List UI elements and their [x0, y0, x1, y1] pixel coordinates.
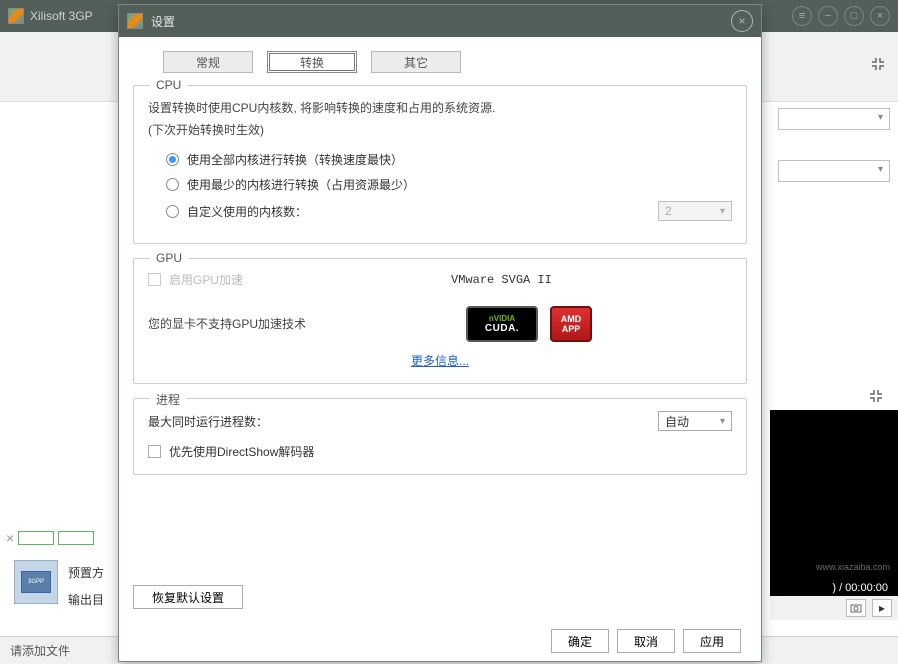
max-process-row: 最大同时运行进程数： 自动 [148, 411, 732, 431]
cpu-desc-line2: (下次开始转换时生效) [148, 120, 732, 142]
cpu-core-select: 2 [658, 201, 732, 221]
close-icon[interactable]: × [870, 6, 890, 26]
status-text: 请添加文件 [10, 642, 70, 659]
dialog-app-icon [127, 13, 143, 29]
cpu-legend: CPU [150, 78, 187, 92]
dialog-tabs: 常规 转换 其它 [163, 51, 747, 73]
dialog-title: 设置 [151, 13, 175, 30]
directshow-checkbox[interactable] [148, 445, 161, 458]
right-dropdown-1[interactable] [778, 108, 890, 130]
radio-icon[interactable] [166, 178, 179, 191]
gpu-group: GPU 启用GPU加速 VMware SVGA II 您的显卡不支持GPU加速技… [133, 258, 747, 384]
radio-icon[interactable] [166, 205, 179, 218]
process-legend: 进程 [150, 391, 186, 408]
process-group: 进程 最大同时运行进程数： 自动 优先使用DirectShow解码器 [133, 398, 747, 475]
cpu-option-all[interactable]: 使用全部内核进行转换（转换速度最快） [166, 151, 732, 168]
cancel-button[interactable]: 取消 [617, 629, 675, 653]
cpu-group: CPU 设置转换时使用CPU内核数, 将影响转换的速度和占用的系统资源. (下次… [133, 85, 747, 244]
gpu-more-info: 更多信息... [148, 352, 732, 369]
main-title: Xilisoft 3GP [30, 9, 93, 23]
tab-other[interactable]: 其它 [371, 51, 461, 73]
gpu-enable-checkbox [148, 273, 161, 286]
gpu-unsupported-text: 您的显卡不支持GPU加速技术 [148, 315, 328, 334]
settings-icon[interactable]: ≡ [792, 6, 812, 26]
amd-app-label: APP [562, 324, 581, 334]
amd-label: AMD [561, 314, 582, 324]
video-time: ) / 00:00:00 [832, 582, 888, 594]
amd-app-badge: AMD APP [550, 306, 592, 342]
max-process-label: 最大同时运行进程数： [148, 413, 268, 430]
dialog-body: 常规 转换 其它 CPU 设置转换时使用CPU内核数, 将影响转换的速度和占用的… [119, 37, 761, 661]
restore-defaults-button[interactable]: 恢复默认设置 [133, 585, 243, 609]
cpu-desc-line1: 设置转换时使用CPU内核数, 将影响转换的速度和占用的系统资源. [148, 98, 732, 120]
right-panel [778, 100, 898, 212]
output-label: 输出目 [68, 591, 104, 608]
cpu-opt-custom-label: 自定义使用的内核数： [187, 203, 307, 220]
dialog-close-icon[interactable]: × [731, 10, 753, 32]
directshow-label: 优先使用DirectShow解码器 [169, 443, 314, 460]
cpu-option-min[interactable]: 使用最少的内核进行转换（占用资源最少） [166, 176, 732, 193]
gpu-info-row: 您的显卡不支持GPU加速技术 nVIDIA CUDA. AMD APP [148, 306, 732, 342]
max-process-select[interactable]: 自动 [658, 411, 732, 431]
cuda-label: CUDA. [485, 323, 519, 334]
minimize-icon[interactable]: − [818, 6, 838, 26]
preset-row: 3GPP 预置方 输出目 [14, 560, 104, 608]
close-tab-icon[interactable]: × [6, 530, 14, 546]
gpu-device-name: VMware SVGA II [451, 273, 552, 287]
app-icon [8, 8, 24, 24]
tab-general[interactable]: 常规 [163, 51, 253, 73]
cpu-core-value: 2 [665, 204, 672, 218]
more-info-link[interactable]: 更多信息... [411, 354, 469, 368]
gpu-enable-label: 启用GPU加速 [169, 271, 243, 288]
preset-label: 预置方 [68, 564, 104, 581]
tab-convert[interactable]: 转换 [267, 51, 357, 73]
ok-button[interactable]: 确定 [551, 629, 609, 653]
apply-button[interactable]: 应用 [683, 629, 741, 653]
panel-expand-icon[interactable] [868, 388, 884, 407]
settings-dialog: 设置 × 常规 转换 其它 CPU 设置转换时使用CPU内核数, 将影响转换的速… [118, 4, 762, 662]
cpu-opt-min-label: 使用最少的内核进行转换（占用资源最少） [187, 176, 415, 193]
gpu-enable-row: 启用GPU加速 VMware SVGA II [148, 271, 732, 288]
video-controls: ▸ [770, 596, 898, 620]
right-dropdown-2[interactable] [778, 160, 890, 182]
max-process-value: 自动 [665, 413, 689, 430]
cpu-description: 设置转换时使用CPU内核数, 将影响转换的速度和占用的系统资源. (下次开始转换… [148, 98, 732, 141]
gpu-logos: nVIDIA CUDA. AMD APP [466, 306, 592, 342]
cpu-option-custom[interactable]: 自定义使用的内核数： 2 [166, 201, 732, 221]
directshow-row[interactable]: 优先使用DirectShow解码器 [148, 443, 732, 460]
preset-icon[interactable]: 3GPP [14, 560, 58, 604]
expand-icon[interactable] [870, 56, 886, 72]
nvidia-label: nVIDIA [489, 314, 515, 323]
dialog-footer: 恢复默认设置 确定 取消 应用 [133, 573, 747, 653]
snapshot-icon[interactable] [846, 599, 866, 617]
source-tabs: × [6, 530, 94, 546]
cpu-opt-all-label: 使用全部内核进行转换（转换速度最快） [187, 151, 403, 168]
expand-video-icon[interactable]: ▸ [872, 599, 892, 617]
window-controls: ≡ − □ × [792, 6, 890, 26]
video-preview: www.xiazaiba.com ) / 00:00:00 ▸ [770, 410, 898, 620]
maximize-icon[interactable]: □ [844, 6, 864, 26]
watermark: www.xiazaiba.com [816, 562, 890, 572]
gpu-legend: GPU [150, 251, 188, 265]
dialog-titlebar: 设置 × [119, 5, 761, 37]
source-tab-2[interactable] [58, 531, 94, 545]
radio-icon[interactable] [166, 153, 179, 166]
source-tab-1[interactable] [18, 531, 54, 545]
nvidia-cuda-badge: nVIDIA CUDA. [466, 306, 538, 342]
